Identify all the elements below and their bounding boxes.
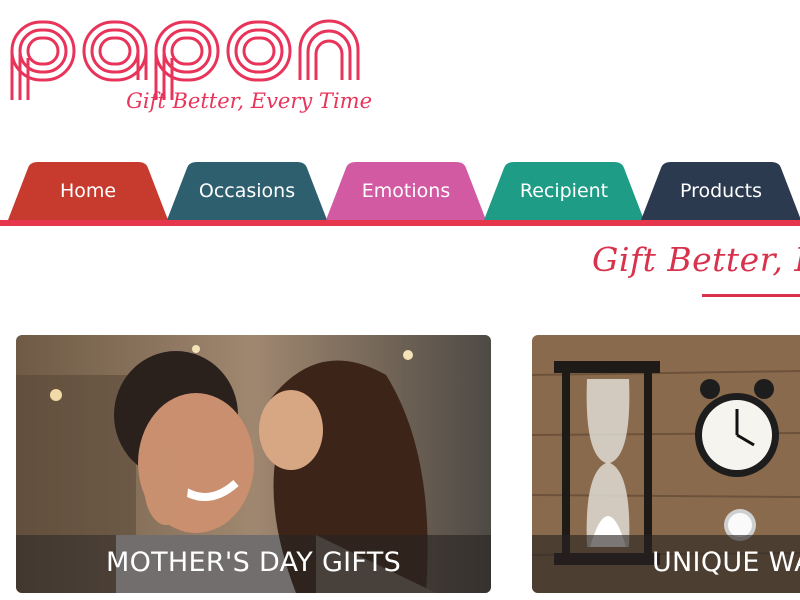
main-nav: Home Occasions Emotions Recipient Produc… xyxy=(0,162,800,228)
papona-logo[interactable]: Gift Better, Every Time xyxy=(6,10,386,120)
nav-tab-occasions[interactable]: Occasions xyxy=(167,162,327,220)
logo-slogan: Gift Better, Every Time xyxy=(126,89,372,113)
nav-tab-emotions[interactable]: Emotions xyxy=(326,162,486,220)
card-caption: UNIQUE WA xyxy=(532,535,800,593)
papona-logo-graphic: Gift Better, Every Time xyxy=(10,19,372,113)
nav-tab-label: Products xyxy=(679,180,763,202)
nav-tab-products[interactable]: Products xyxy=(641,162,800,220)
card-unique[interactable]: UNIQUE WA xyxy=(532,335,800,593)
card-caption: MOTHER'S DAY GIFTS xyxy=(16,535,491,593)
card-title: UNIQUE WA xyxy=(652,547,800,578)
nav-underline xyxy=(0,220,800,226)
nav-tab-label: Home xyxy=(59,180,117,202)
nav-tab-label: Emotions xyxy=(361,180,451,202)
nav-tab-label: Recipient xyxy=(519,180,609,202)
nav-tab-home[interactable]: Home xyxy=(8,162,168,220)
nav-tab-recipient[interactable]: Recipient xyxy=(484,162,644,220)
tagline-underline xyxy=(702,294,800,297)
hero-tagline: Gift Better, Ev xyxy=(592,240,800,279)
card-mothers-day[interactable]: MOTHER'S DAY GIFTS xyxy=(16,335,491,593)
nav-tab-label: Occasions xyxy=(198,180,296,202)
card-title: MOTHER'S DAY GIFTS xyxy=(105,547,402,578)
